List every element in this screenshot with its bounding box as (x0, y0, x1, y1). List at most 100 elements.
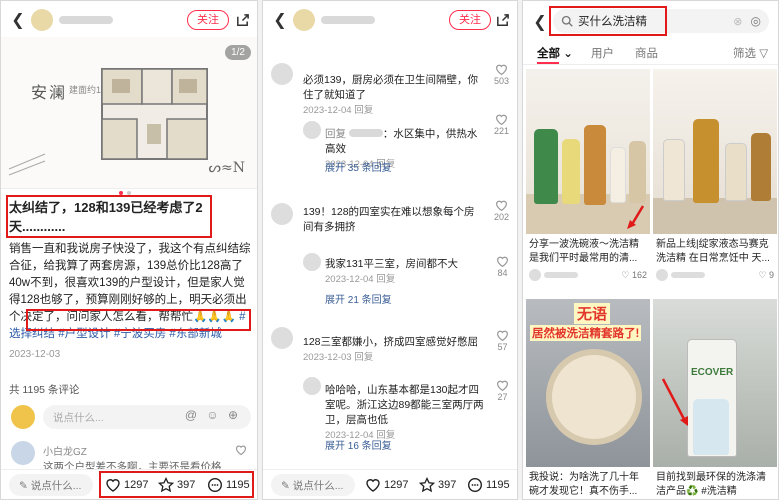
comment-like[interactable]: 84 (496, 255, 509, 278)
post-date: 2023-12-03 (9, 349, 61, 360)
post-detail-panel: ❮ 关注 1/2 安澜 建面约128㎡ ᔕ≈N 太纠结了，128和139已经考虑… (0, 0, 258, 500)
annotation-arrows (627, 205, 688, 426)
star-stat[interactable]: 397 (158, 477, 195, 493)
expand-replies-link[interactable]: 展开 35 条回复 (325, 159, 392, 174)
heart-icon (495, 200, 507, 212)
comment-input[interactable]: 说点什么... @ ☺ ⊕ (43, 405, 251, 429)
say-something-button[interactable]: ✎ 说点什么... (9, 474, 93, 496)
expand-replies-link[interactable]: 展开 21 条回复 (325, 291, 392, 306)
comment-text: 139！128的四室实在难以想象每个房间有多拥挤 (303, 206, 475, 233)
say-label: 说点什么... (292, 480, 344, 492)
reply-item: 哈哈哈，山东基本都是130起才四室呢。浙江这边89都能三室两厅两卫，层高也低 2… (325, 383, 485, 443)
bottom-action-bar: ✎ 说点什么... 1297 397 1195 (1, 469, 257, 499)
like-count: 221 (493, 126, 509, 136)
reply-item: 我家131平三室，房间都不大 2023-12-04 回复 (325, 257, 485, 287)
comment-text: 我家131平三室，房间都不大 (325, 258, 459, 270)
comment-item: 必须139，厨房必须在卫生间隔壁，你住了就知道了 2023-12-04 回复 (303, 73, 483, 118)
emoji-icons[interactable]: @ ☺ ⊕ (185, 408, 241, 422)
post-body: 销售一直和我说房子快没了，我这个有点纠结综合征，给我算了两套房源，139总价比1… (9, 241, 253, 343)
like-count: 503 (493, 76, 509, 86)
tag-link[interactable]: #户型设计 (58, 328, 110, 340)
heart-icon (366, 479, 380, 492)
comment-meta[interactable]: 2023-12-03 回复 (303, 350, 483, 365)
like-stat[interactable]: 1297 (105, 477, 148, 493)
like-count: 1297 (124, 479, 149, 491)
tag-link[interactable]: #东部新城 (169, 328, 221, 340)
comment-bubble-icon (467, 477, 483, 493)
comment-count: 共 1195 条评论 (9, 384, 80, 396)
star-stat[interactable]: 397 (419, 477, 456, 493)
back-icon[interactable]: ❮ (271, 11, 289, 29)
comment-like[interactable]: 503 (494, 63, 509, 86)
like-count: 202 (493, 212, 509, 222)
say-something-button[interactable]: ✎ 说点什么... (271, 474, 355, 496)
star-icon (158, 477, 174, 493)
comment-like-icon[interactable] (235, 443, 247, 461)
follow-button[interactable]: 关注 (187, 10, 229, 30)
star-count: 397 (438, 479, 457, 491)
star-count: 397 (177, 479, 196, 491)
reply-target-blurred (348, 129, 383, 137)
comment-stat[interactable]: 1195 (467, 477, 510, 493)
commenter-avatar[interactable] (11, 441, 35, 465)
commenter-avatar[interactable] (271, 327, 293, 349)
reply-avatar[interactable] (303, 377, 321, 395)
comment-meta[interactable]: 2023-12-04 回复 (303, 103, 483, 118)
my-avatar (11, 405, 35, 429)
comment-like[interactable]: 27 (496, 379, 509, 402)
like-count: 1297 (384, 479, 409, 491)
reply-label: 回复 (325, 128, 346, 140)
commenter-avatar[interactable] (271, 203, 293, 225)
share-icon[interactable] (233, 11, 251, 29)
floorplan-image[interactable]: 1/2 安澜 建面约128㎡ ᔕ≈N (1, 37, 257, 189)
heart-icon (497, 330, 508, 342)
commenter-avatar[interactable] (271, 63, 293, 85)
reply-avatar[interactable] (303, 253, 321, 271)
tag-link[interactable]: #宁波买房 (114, 328, 166, 340)
comment-text: 128三室都嫌小，挤成四室感觉好憋屈 (303, 336, 479, 348)
bottom-action-bar: ✎ 说点什么... 1297 397 1195 (263, 469, 517, 499)
comment-count-stat: 1195 (226, 479, 250, 491)
heart-icon (106, 479, 120, 492)
like-stat[interactable]: 1297 (365, 477, 408, 493)
back-icon[interactable]: ❮ (9, 11, 27, 29)
like-count: 57 (497, 342, 508, 352)
heart-icon (497, 380, 508, 392)
share-icon[interactable] (493, 11, 511, 29)
heart-icon (497, 256, 508, 268)
floorplan-drawing (101, 68, 208, 160)
image-pager-dots (119, 191, 131, 195)
post-emoji: 🙏🙏🙏 (193, 311, 236, 323)
commenter-name[interactable]: 小白龙GZ (43, 443, 87, 458)
author-avatar[interactable] (293, 9, 315, 31)
post-title: 太纠结了，128和139已经考虑了2天............ (9, 200, 203, 234)
image-counter: 1/2 (225, 45, 251, 60)
comment-item: 139！128的四室实在难以想象每个房间有多拥挤 (303, 205, 483, 235)
comment-like[interactable]: 202 (494, 199, 509, 222)
comment-like[interactable]: 57 (496, 329, 509, 352)
comment-like[interactable]: 221 (494, 113, 509, 136)
star-icon (419, 477, 435, 493)
comment-item: 128三室都嫌小，挤成四室感觉好憋屈 2023-12-03 回复 (303, 335, 483, 365)
comment-text: 必须139，厨房必须在卫生间隔壁，你住了就知道了 (303, 74, 479, 101)
comment-placeholder: 说点什么... (53, 412, 104, 424)
follow-button[interactable]: 关注 (449, 10, 491, 30)
reply-avatar[interactable] (303, 121, 321, 139)
comment-text: ：水区集中，供热水高效 (325, 128, 478, 155)
comment-text: 哈哈哈，山东基本都是130起才四室呢。浙江这边89都能三室两厅两卫，层高也低 (325, 384, 484, 426)
comment-count-stat: 1195 (486, 479, 510, 491)
like-count: 27 (497, 392, 508, 402)
author-name-blurred (59, 16, 113, 24)
heart-icon (495, 114, 507, 126)
heart-icon (495, 64, 507, 76)
like-count: 84 (497, 268, 508, 278)
search-results-panel: ❮ 买什么洗洁精 ⊗ ◎ 全部 ⌄ 用户 商品 筛选 ▽ 分享一波洗碗液～洗洁精… (522, 0, 779, 500)
author-avatar[interactable] (31, 9, 53, 31)
expand-replies-link[interactable]: 展开 16 条回复 (325, 437, 392, 452)
comment-stat[interactable]: 1195 (207, 477, 250, 493)
say-label: 说点什么... (30, 480, 82, 492)
floorplan-title: 安澜 (31, 83, 68, 102)
comment-bubble-icon (207, 477, 223, 493)
comments-panel: ❮ 关注 必须139，厨房必须在卫生间隔壁，你住了就知道了 2023-12-04… (262, 0, 518, 500)
comment-meta[interactable]: 2023-12-04 回复 (325, 272, 485, 287)
